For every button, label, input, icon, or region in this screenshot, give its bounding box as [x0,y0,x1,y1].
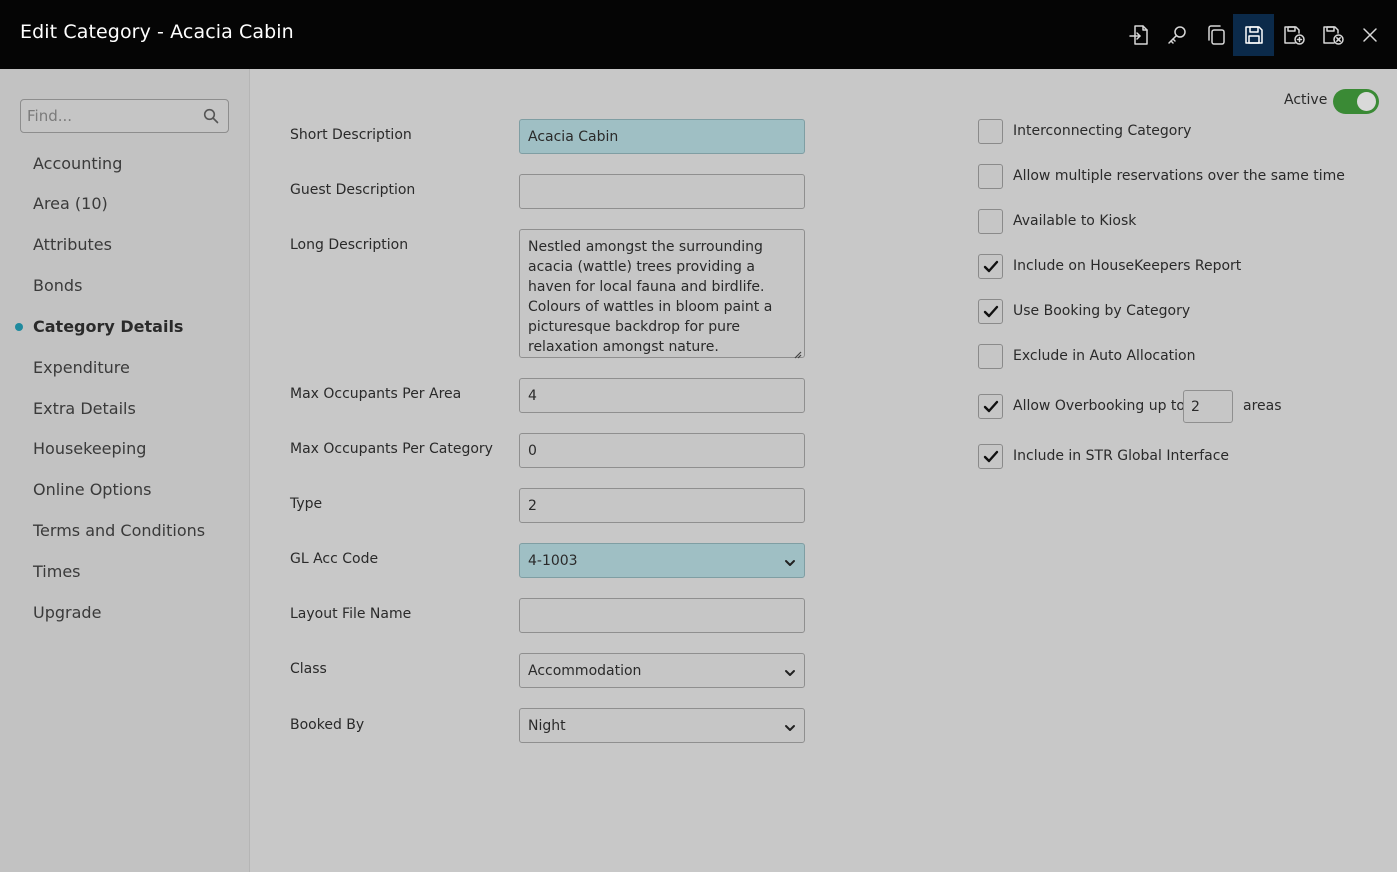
save-and-close-button[interactable] [1313,14,1353,56]
sidebar-item-expenditure[interactable]: Expenditure [33,358,130,377]
chevron-down-icon [784,556,796,566]
max-occupants-area-label: Max Occupants Per Area [290,386,462,402]
find-box [20,99,229,133]
sidebar-item-extra-details[interactable]: Extra Details [33,399,136,418]
gl-acc-code-value: 4-1003 [528,552,578,569]
type-label: Type [290,496,323,512]
guest-description-label: Guest Description [290,182,416,198]
allow-multiple-reservations-checkbox[interactable] [978,164,1003,189]
save-and-new-icon [1284,26,1305,45]
layout-file-name-field[interactable] [519,598,805,633]
use-booking-by-category-label: Use Booking by Category [1013,303,1191,319]
include-str-global-label: Include in STR Global Interface [1013,448,1230,464]
sidebar-item-area[interactable]: Area (10) [33,194,108,213]
available-to-kiosk-checkbox[interactable] [978,209,1003,234]
chevron-down-icon [784,721,796,731]
close-button[interactable] [1350,14,1390,56]
exclude-auto-allocation-label: Exclude in Auto Allocation [1013,348,1196,364]
sidebar-item-bonds[interactable]: Bonds [33,276,82,295]
allow-multiple-reservations-label: Allow multiple reservations over the sam… [1013,168,1345,184]
close-icon [1363,28,1377,42]
checkmark-icon [983,260,999,273]
sidebar-item-category-details[interactable]: Category Details [33,317,183,336]
layout-file-name-label: Layout File Name [290,606,412,622]
gl-acc-code-select[interactable]: 4-1003 [519,543,805,578]
exclude-auto-allocation-checkbox[interactable] [978,344,1003,369]
copy-button[interactable] [1196,14,1236,56]
booked-by-select[interactable]: Night [519,708,805,743]
booked-by-value: Night [528,717,566,734]
checkmark-icon [983,450,999,463]
key-icon [1168,26,1186,44]
sidebar-item-times[interactable]: Times [33,562,81,581]
short-description-label: Short Description [290,127,412,143]
short-description-field[interactable]: Acacia Cabin [519,119,805,154]
include-str-global-checkbox[interactable] [978,444,1003,469]
use-booking-by-category-checkbox[interactable] [978,299,1003,324]
max-occupants-category-field[interactable]: 0 [519,433,805,468]
checkmark-icon [983,305,999,318]
save-and-new-button[interactable] [1274,14,1314,56]
export-button[interactable] [1119,14,1159,56]
include-housekeepers-report-label: Include on HouseKeepers Report [1013,258,1242,274]
sidebar: Accounting Area (10) Attributes Bonds Ca… [0,69,250,872]
max-occupants-area-field[interactable]: 4 [519,378,805,413]
sidebar-item-terms-and-conditions[interactable]: Terms and Conditions [33,521,205,540]
include-housekeepers-report-checkbox[interactable] [978,254,1003,279]
save-button[interactable] [1233,14,1274,56]
sidebar-item-upgrade[interactable]: Upgrade [33,603,101,622]
active-label: Active [1284,92,1328,108]
key-button[interactable] [1157,14,1197,56]
window-title: Edit Category - Acacia Cabin [20,21,294,43]
save-and-close-icon [1323,26,1344,45]
long-description-text: Nestled amongst the surrounding acacia (… [528,239,773,355]
class-label: Class [290,661,327,677]
booked-by-label: Booked By [290,717,365,733]
guest-description-field[interactable] [519,174,805,209]
search-icon[interactable] [203,108,219,124]
checkmark-icon [983,400,999,413]
copy-icon [1208,25,1225,45]
export-icon [1129,25,1148,45]
overbooking-suffix: areas [1243,398,1282,414]
interconnecting-category-label: Interconnecting Category [1013,123,1192,139]
overbooking-count-input[interactable]: 2 [1183,390,1233,423]
gl-acc-code-label: GL Acc Code [290,551,379,567]
sidebar-item-housekeeping[interactable]: Housekeeping [33,439,146,458]
allow-overbooking-label: Allow Overbooking up to [1013,398,1185,414]
long-description-label: Long Description [290,237,409,253]
toggle-knob [1357,92,1376,111]
type-field[interactable]: 2 [519,488,805,523]
max-occupants-category-label: Max Occupants Per Category [290,441,493,457]
active-toggle[interactable] [1333,89,1379,114]
sidebar-item-accounting[interactable]: Accounting [33,154,122,173]
allow-overbooking-checkbox[interactable] [978,394,1003,419]
resize-handle-icon[interactable] [792,345,802,359]
find-input[interactable] [21,100,196,132]
long-description-field[interactable]: Nestled amongst the surrounding acacia (… [519,229,805,359]
chevron-down-icon [784,666,796,676]
interconnecting-category-checkbox[interactable] [978,119,1003,144]
sidebar-item-online-options[interactable]: Online Options [33,480,151,499]
active-indicator-dot [15,323,23,331]
title-bar: Edit Category - Acacia Cabin [0,0,1397,69]
class-value: Accommodation [528,662,642,679]
save-icon [1244,26,1263,44]
sidebar-item-attributes[interactable]: Attributes [33,235,112,254]
available-to-kiosk-label: Available to Kiosk [1013,213,1137,229]
class-select[interactable]: Accommodation [519,653,805,688]
